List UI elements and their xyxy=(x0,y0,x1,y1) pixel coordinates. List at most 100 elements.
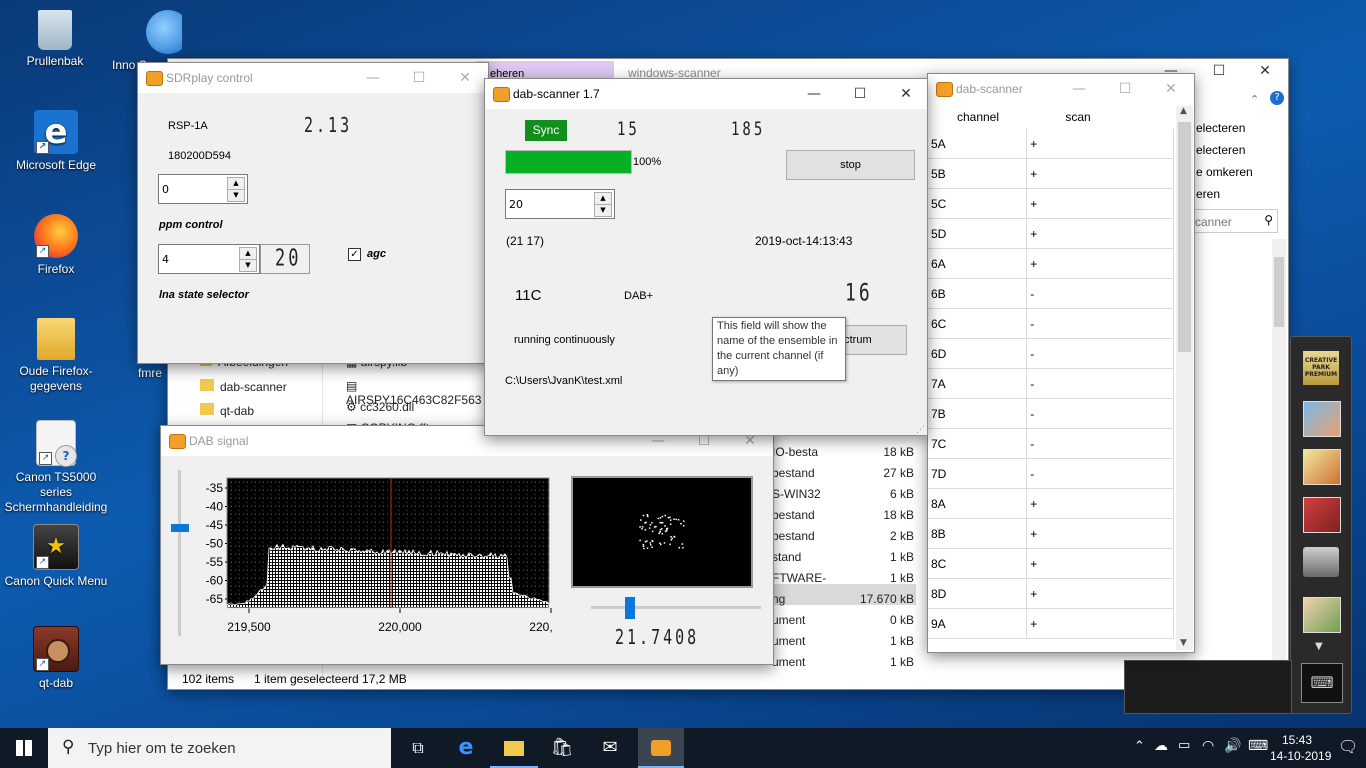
channel-cell[interactable]: 8B xyxy=(928,519,1027,549)
nav-item-dab-scanner[interactable]: dab-scanner xyxy=(200,379,287,394)
dab-scanner-taskbar-icon[interactable] xyxy=(638,728,684,768)
scan-cell[interactable]: - xyxy=(1027,309,1174,339)
scan-cell[interactable]: - xyxy=(1027,429,1174,459)
taskbar-search-box[interactable]: ⚲ Typ hier om te zoeken xyxy=(48,728,391,768)
print-photo-icon[interactable] xyxy=(1303,497,1341,533)
table-row[interactable]: 8A + xyxy=(928,489,1174,519)
ribbon-item[interactable]: eren xyxy=(1196,187,1220,201)
scan-cell[interactable]: + xyxy=(1027,519,1174,549)
maximize-button[interactable]: ☐ xyxy=(396,63,442,93)
table-row[interactable]: 9A + xyxy=(928,609,1174,639)
close-button[interactable]: ✕ xyxy=(1148,74,1194,104)
col-header-channel[interactable]: channel xyxy=(928,110,1028,124)
file-row[interactable]: ⚙ cc3260.dll xyxy=(346,400,414,414)
start-button[interactable] xyxy=(0,728,48,768)
clock-time[interactable]: 15:43 xyxy=(1282,733,1312,747)
spin-down-button[interactable]: ▼ xyxy=(227,189,245,202)
minimize-button[interactable]: — xyxy=(350,63,396,93)
chevron-down-icon[interactable]: ▼ xyxy=(1315,641,1323,652)
maximize-button[interactable]: ☐ xyxy=(1102,74,1148,104)
scan-cell[interactable]: - xyxy=(1027,339,1174,369)
agc-checkbox[interactable]: ✓ xyxy=(348,248,361,261)
channel-cell[interactable]: 6D xyxy=(928,339,1027,369)
dab-scanner-main-window[interactable]: dab-scanner 1.7 — ☐ ✕ Sync 15 185 100% s… xyxy=(484,78,928,436)
explorer-search-box[interactable]: canner ⚲ xyxy=(1192,209,1278,233)
channel-cell[interactable]: 8C xyxy=(928,549,1027,579)
lna-spinbox[interactable]: 4 ▲ ▼ xyxy=(158,244,260,274)
keyboard-icon[interactable]: ⌨ xyxy=(1248,738,1268,754)
mail-taskbar-icon[interactable]: ✉ xyxy=(586,728,634,768)
constellation-slider-thumb[interactable] xyxy=(625,597,635,619)
battery-icon[interactable]: ▭ xyxy=(1178,738,1190,753)
chevron-up-icon[interactable]: ▲ xyxy=(1180,106,1187,116)
file-explorer-taskbar-icon[interactable] xyxy=(490,728,538,768)
desktop-icon-edge[interactable]: e ↗ Microsoft Edge xyxy=(1,110,111,173)
channel-cell[interactable]: 7D xyxy=(928,459,1027,489)
ppm-spinbox[interactable]: 0 ▲ ▼ xyxy=(158,174,248,204)
channel-cell[interactable]: 6B xyxy=(928,279,1027,309)
dab-signal-window[interactable]: DAB signal — ☐ ✕ -35 -40 -45 -50 -55 -60 -65 21… xyxy=(160,425,774,665)
scan-list-titlebar[interactable]: dab-scanner — ☐ ✕ xyxy=(928,74,1194,104)
photo-album-icon[interactable] xyxy=(1303,597,1341,633)
sdrplay-titlebar[interactable]: SDRplay control — ☐ ✕ xyxy=(138,63,488,93)
channel-cell[interactable]: 8D xyxy=(928,579,1027,609)
scan-cell[interactable]: - xyxy=(1027,279,1174,309)
scrollbar-thumb[interactable] xyxy=(1178,122,1191,352)
minimize-button[interactable]: — xyxy=(1056,74,1102,104)
explorer-maximize-button[interactable]: ☐ xyxy=(1196,59,1242,83)
channel-cell[interactable]: 5C xyxy=(928,189,1027,219)
edge-taskbar-icon[interactable]: e xyxy=(442,728,490,768)
table-row[interactable]: 6A + xyxy=(928,249,1174,279)
minimize-button[interactable]: — xyxy=(791,79,837,109)
volume-icon[interactable]: 🔊 xyxy=(1224,738,1241,754)
dab-scanner-titlebar[interactable]: dab-scanner 1.7 — ☐ ✕ xyxy=(485,79,927,109)
nav-item-qt-dab[interactable]: qt-dab xyxy=(200,403,254,418)
channel-cell[interactable]: 7A xyxy=(928,369,1027,399)
table-row[interactable]: 5C + xyxy=(928,189,1174,219)
maximize-button[interactable]: ☐ xyxy=(837,79,883,109)
scan-list-window[interactable]: dab-scanner — ☐ ✕ channel scan 5A +5B +5C +… xyxy=(927,73,1195,653)
ribbon-item[interactable]: electeren xyxy=(1196,143,1245,157)
table-row[interactable]: 8C + xyxy=(928,549,1174,579)
keyboard-icon[interactable]: ⌨ xyxy=(1301,663,1343,703)
table-row[interactable]: 6D - xyxy=(928,339,1174,369)
store-taskbar-icon[interactable]: 🛍 xyxy=(538,728,586,768)
delay-spinbox[interactable]: 20 ▲ ▼ xyxy=(505,189,615,219)
canon-sidebar-panel[interactable]: CREATIVE PARK PREMIUM ▼ ⌨ xyxy=(1290,336,1352,714)
scan-list-scrollbar[interactable]: ▲ ▼ xyxy=(1176,106,1193,650)
resize-grip-icon[interactable]: ⋰ xyxy=(916,425,925,435)
table-row[interactable]: 7C - xyxy=(928,429,1174,459)
chevron-up-icon[interactable]: ⌃ xyxy=(1250,93,1259,106)
desktop-icon-old-firefox-data[interactable]: Oude Firefox-gegevens xyxy=(1,318,111,394)
notifications-icon[interactable]: 🗨 xyxy=(1338,737,1358,756)
close-button[interactable]: ✕ xyxy=(442,63,488,93)
constellation-slider-track[interactable] xyxy=(591,606,761,609)
photo-collage-icon[interactable] xyxy=(1303,401,1341,437)
explorer-close-button[interactable]: ✕ xyxy=(1242,59,1288,83)
table-row[interactable]: 5A + xyxy=(928,129,1174,159)
table-row[interactable]: 8B + xyxy=(928,519,1174,549)
channel-cell[interactable]: 5A xyxy=(928,129,1027,159)
channel-cell[interactable]: 9A xyxy=(928,609,1027,639)
close-button[interactable]: ✕ xyxy=(883,79,929,109)
spin-down-button[interactable]: ▼ xyxy=(239,259,257,272)
channel-cell[interactable]: 7C xyxy=(928,429,1027,459)
scan-cell[interactable]: - xyxy=(1027,399,1174,429)
wifi-icon[interactable]: ◠ xyxy=(1202,738,1214,754)
chevron-down-icon[interactable]: ▼ xyxy=(1180,638,1187,648)
col-header-scan[interactable]: scan xyxy=(1028,110,1128,124)
scan-cell[interactable]: + xyxy=(1027,189,1174,219)
desktop-icon-canon-manual[interactable]: ? ↗ Canon TS5000 series Schermhandleiding xyxy=(1,420,111,515)
scan-cell[interactable]: + xyxy=(1027,249,1174,279)
scan-cell[interactable]: + xyxy=(1027,549,1174,579)
table-row[interactable]: 7D - xyxy=(928,459,1174,489)
table-row[interactable]: 5D + xyxy=(928,219,1174,249)
task-view-icon[interactable]: ⧉ xyxy=(394,728,442,768)
scan-cell[interactable]: - xyxy=(1027,369,1174,399)
table-row[interactable]: 6C - xyxy=(928,309,1174,339)
channel-cell[interactable]: 6A xyxy=(928,249,1027,279)
desktop-icon-qt-dab[interactable]: ↗ qt-dab xyxy=(1,626,111,691)
scan-cell[interactable]: - xyxy=(1027,459,1174,489)
scan-cell[interactable]: + xyxy=(1027,609,1174,639)
table-row[interactable]: 6B - xyxy=(928,279,1174,309)
